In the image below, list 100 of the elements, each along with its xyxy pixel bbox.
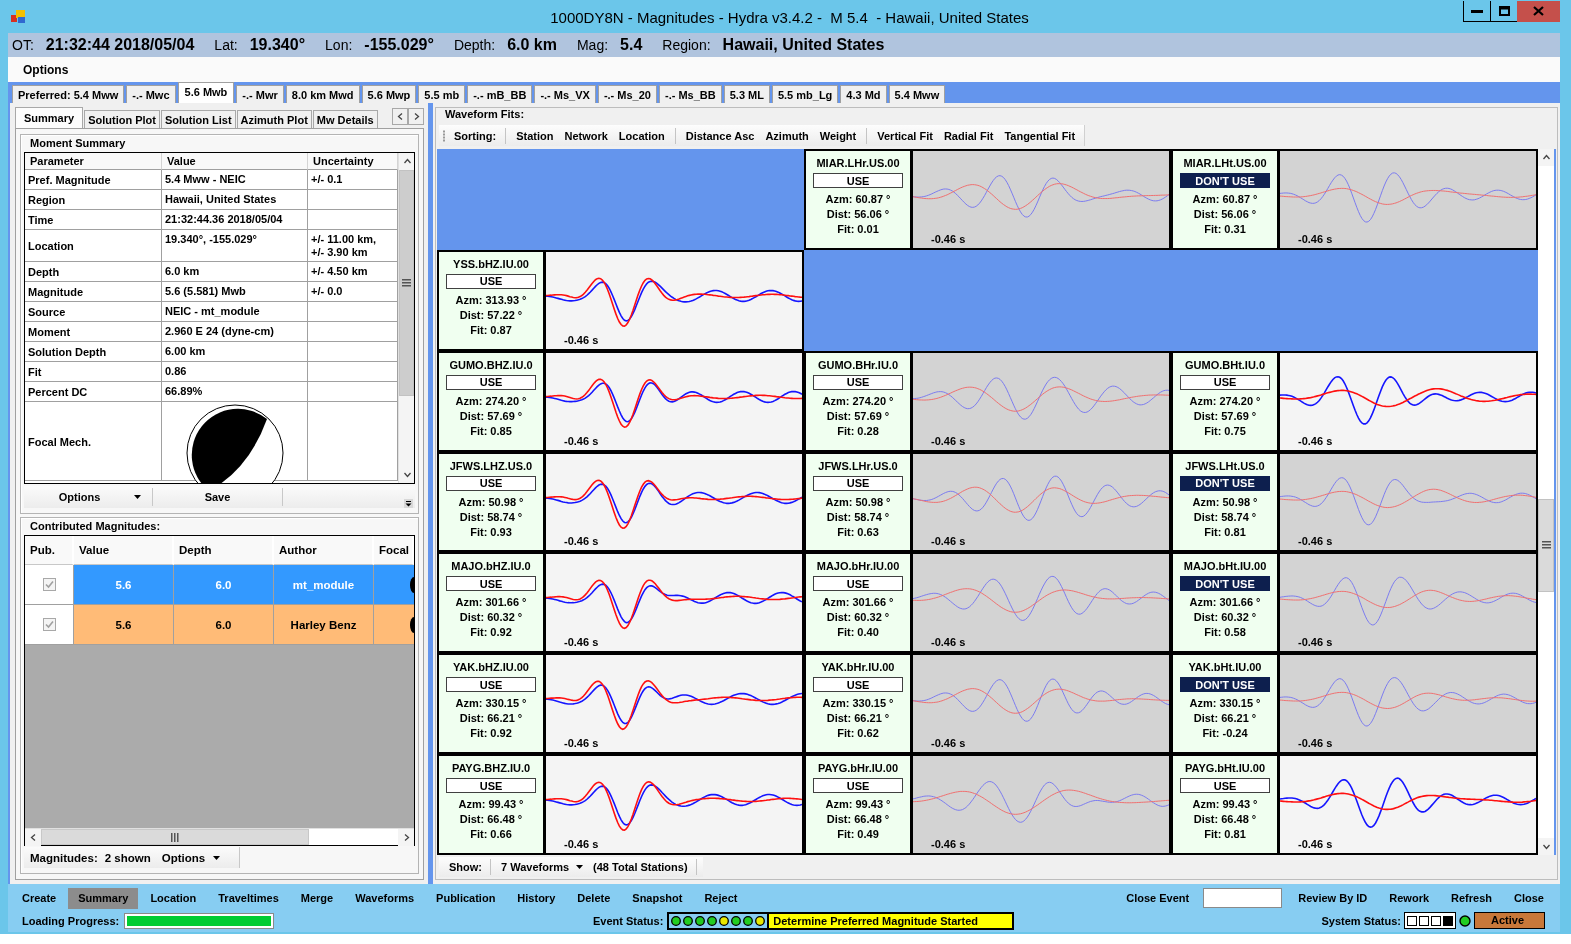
magnitude-tab[interactable]: 5.6 Mwp	[361, 85, 417, 103]
use-toggle-button[interactable]: DON'T USE	[1180, 576, 1270, 592]
action-button[interactable]: Create	[12, 887, 67, 909]
azimuth-label: Azm: 330.15 °	[822, 696, 894, 712]
sort-button[interactable]: Distance Asc	[684, 129, 756, 142]
scroll-thumb[interactable]	[1538, 498, 1554, 592]
magnitude-tab[interactable]: -.- Ms_20	[597, 85, 657, 103]
column-header[interactable]: Value	[167, 155, 196, 167]
scroll-up-button[interactable]	[1538, 149, 1554, 166]
use-toggle-button[interactable]: DON'T USE	[1180, 677, 1270, 693]
sort-button[interactable]: Tangential Fit	[1003, 129, 1077, 142]
scroll-down-button[interactable]	[1538, 838, 1554, 855]
scroll-left-button[interactable]	[25, 829, 41, 846]
station-name: MAJO.bHt.IU.00	[1183, 560, 1267, 574]
use-toggle-button[interactable]: USE	[813, 677, 903, 693]
magnitude-tab[interactable]: Preferred: 5.4 Mww	[12, 85, 125, 103]
time-shift-label: -0.46 s	[563, 535, 599, 550]
action-button[interactable]: Rework	[1379, 887, 1440, 909]
use-toggle-button[interactable]: USE	[813, 576, 903, 592]
action-button[interactable]: Close	[1504, 887, 1554, 909]
action-button[interactable]: Reject	[694, 887, 748, 909]
grip-handle-icon[interactable]	[443, 129, 445, 142]
use-toggle-button[interactable]: USE	[1180, 778, 1270, 794]
sort-button[interactable]: Radial Fit	[942, 129, 995, 142]
close-button[interactable]	[1517, 1, 1560, 22]
magnitude-tab[interactable]: -.- mB_BB	[467, 85, 533, 103]
action-button[interactable]: Snapshot	[622, 887, 693, 909]
panel-tab[interactable]: Solution Plot	[84, 110, 160, 128]
use-toggle-button[interactable]: USE	[446, 778, 536, 794]
scrollbar[interactable]	[1538, 149, 1554, 855]
action-button[interactable]: Publication	[426, 887, 506, 909]
use-toggle-button[interactable]: USE	[813, 173, 903, 188]
use-toggle-button[interactable]: USE	[446, 576, 536, 592]
group-title: Contributed Magnitudes:	[29, 519, 161, 534]
sort-button[interactable]: Vertical Fit	[876, 129, 934, 142]
use-toggle-button[interactable]: USE	[813, 778, 903, 794]
magnitude-tab[interactable]: 5.5 mb	[418, 85, 466, 103]
action-button[interactable]: Summary	[68, 887, 139, 909]
magnitude-tab[interactable]: -.- Mwc	[126, 85, 176, 103]
action-button[interactable]: Review By ID	[1288, 887, 1378, 909]
magnitude-tab[interactable]: -.- Mwr	[236, 85, 284, 103]
action-button[interactable]: Traveltimes	[208, 887, 289, 909]
options-dropdown[interactable]: Options	[24, 488, 153, 506]
waveform-count-dropdown[interactable]: 7 Waveforms	[499, 861, 586, 873]
save-button[interactable]: Save	[153, 488, 283, 506]
action-button[interactable]: Waveforms	[345, 887, 425, 909]
use-toggle-button[interactable]: DON'T USE	[1180, 475, 1270, 491]
grip-icon	[171, 832, 179, 842]
action-button[interactable]: Location	[140, 887, 207, 909]
options-dropdown[interactable]: Options	[157, 851, 225, 864]
column-header[interactable]: Focal	[379, 544, 410, 556]
magnitude-tab[interactable]: 5.3 ML	[723, 85, 770, 103]
tab-scroll-right-button[interactable]	[408, 108, 424, 125]
column-header[interactable]: Depth	[179, 544, 212, 556]
action-button[interactable]: Merge	[290, 887, 344, 909]
magnitude-tab[interactable]: 5.6 Mwb	[177, 82, 235, 103]
action-button[interactable]: Delete	[567, 887, 621, 909]
event-id-field[interactable]	[1203, 888, 1283, 908]
minimize-button[interactable]	[1463, 1, 1491, 22]
sort-button[interactable]: Location	[617, 129, 666, 142]
scroll-thumb[interactable]	[41, 829, 309, 845]
tab-scroll-left-button[interactable]	[392, 108, 408, 125]
panel-tab[interactable]: Summary	[15, 107, 84, 128]
use-toggle-button[interactable]: USE	[446, 475, 536, 491]
column-header[interactable]: Pub.	[30, 544, 55, 556]
use-toggle-button[interactable]: USE	[813, 475, 903, 491]
column-header[interactable]: Author	[279, 544, 317, 556]
scrollbar[interactable]	[398, 153, 414, 483]
use-toggle-button[interactable]: DON'T USE	[1180, 173, 1270, 188]
time-shift-label: -0.46 s	[563, 333, 599, 348]
use-toggle-button[interactable]: USE	[446, 677, 536, 693]
scroll-right-button[interactable]	[398, 829, 414, 846]
use-toggle-button[interactable]: USE	[446, 374, 536, 390]
panel-tab[interactable]: Solution List	[160, 110, 236, 128]
magnitude-tab[interactable]: -.- Ms_BB	[658, 85, 722, 103]
sort-button[interactable]: Network	[563, 129, 609, 142]
use-toggle-button[interactable]: USE	[813, 374, 903, 390]
overflow-icon[interactable]	[404, 498, 413, 508]
action-button[interactable]: Refresh	[1441, 887, 1503, 909]
magnitude-tab[interactable]: 8.0 km Mwd	[285, 85, 360, 103]
station-name: PAYG.bHr.IU.00	[817, 762, 899, 776]
sort-button[interactable]: Weight	[818, 129, 858, 142]
close-event-button[interactable]: Close Event	[1116, 887, 1200, 909]
magnitude-tab[interactable]: 4.3 Md	[840, 85, 887, 103]
magnitude-tab[interactable]: 5.4 Mww	[888, 85, 946, 103]
panel-tab[interactable]: Mw Details	[312, 110, 378, 128]
fit-label: Fit: 0.58	[1204, 625, 1246, 641]
sort-button[interactable]: Azimuth	[764, 129, 810, 142]
scrollbar[interactable]	[25, 828, 414, 845]
magnitude-tab[interactable]: -.- Ms_VX	[534, 85, 596, 103]
column-header[interactable]: Value	[79, 544, 110, 556]
use-toggle-button[interactable]: USE	[1180, 374, 1270, 390]
menu-item[interactable]: Options	[17, 60, 75, 79]
sort-button[interactable]: Station	[515, 129, 555, 142]
use-toggle-button[interactable]: USE	[446, 273, 536, 289]
panel-tab[interactable]: Azimuth Plot	[236, 110, 312, 128]
magnitude-tab[interactable]: 5.5 mb_Lg	[771, 85, 839, 103]
action-button[interactable]: History	[507, 887, 566, 909]
time-shift-label: -0.46 s	[1297, 737, 1333, 752]
scroll-thumb[interactable]	[399, 170, 414, 396]
